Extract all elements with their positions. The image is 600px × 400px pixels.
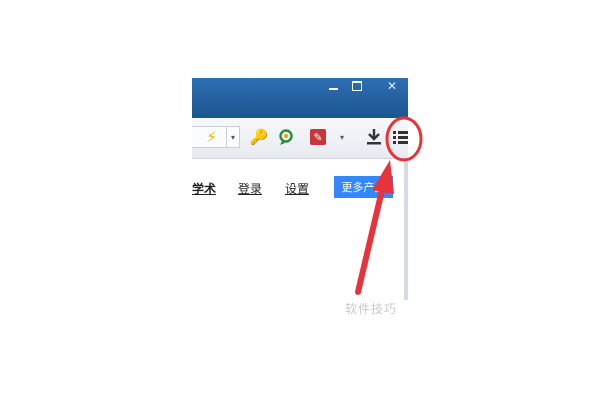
key-icon: 🔑 — [249, 128, 269, 146]
chevron-down-icon: ▾ — [226, 127, 239, 147]
lightning-icon: ⚡ — [206, 128, 217, 146]
nav-link-xueshu[interactable]: 学术 — [192, 180, 216, 197]
refresh-button[interactable] — [275, 126, 297, 148]
more-products-button[interactable]: 更多产品 — [334, 176, 393, 198]
title-bar: ✕ — [192, 78, 408, 118]
minimize-button[interactable] — [320, 78, 346, 94]
maximize-icon — [352, 81, 362, 91]
tools-dropdown-button[interactable]: ▾ — [335, 126, 349, 148]
watermark-text: 软件技巧 — [345, 302, 398, 316]
lightning-dropdown-button[interactable]: ⚡ ▾ — [192, 126, 240, 148]
download-icon — [367, 129, 381, 145]
maximize-button[interactable] — [344, 78, 370, 94]
browser-toolbar: ⚡ ▾ 🔑 ✎ ▾ — [192, 118, 408, 159]
tools-button[interactable]: ✎ — [307, 126, 329, 148]
top-nav-links: 学术 登录 设置 更多产品 — [192, 176, 402, 200]
key-button[interactable]: 🔑 — [248, 126, 270, 148]
nav-link-login[interactable]: 登录 — [238, 180, 262, 197]
tools-icon: ✎ — [310, 129, 326, 145]
list-icon — [393, 131, 408, 144]
close-icon: ✕ — [386, 79, 398, 93]
download-button[interactable] — [364, 126, 384, 148]
menu-button[interactable] — [392, 126, 408, 148]
browser-window: ✕ ⚡ ▾ 🔑 ✎ ▾ 学术 登录 设置 更多产品 — [192, 78, 408, 300]
nav-link-settings[interactable]: 设置 — [285, 180, 309, 197]
scrollbar[interactable] — [404, 158, 408, 300]
refresh-icon — [279, 129, 293, 145]
chevron-down-icon: ▾ — [339, 132, 344, 142]
minimize-icon — [328, 88, 338, 90]
close-button[interactable]: ✕ — [376, 78, 408, 94]
wrench-glyph: ✎ — [313, 130, 323, 144]
